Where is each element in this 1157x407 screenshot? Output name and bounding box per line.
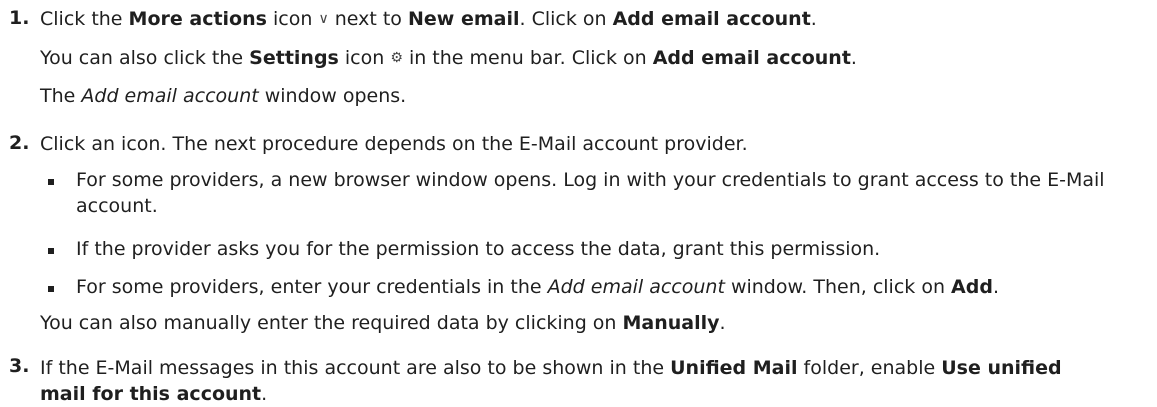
step-3-text: If the E-Mail messages in this account a… <box>40 355 1080 407</box>
text-segment: . <box>719 312 726 334</box>
step-number: 2. <box>9 132 30 154</box>
add-email-account-label: Add email account <box>652 47 851 69</box>
step-2-outro: You can also manually enter the required… <box>40 311 726 335</box>
text-segment: You can also click the <box>40 47 250 69</box>
bullet-marker <box>48 179 54 185</box>
add-label: Add <box>951 276 993 298</box>
text-segment: next to <box>328 8 408 30</box>
bullet-item: If the provider asks you for the permiss… <box>76 238 881 260</box>
text-segment: Click the <box>40 8 129 30</box>
text-segment: If the E-Mail messages in this account a… <box>40 357 671 379</box>
step-number: 1. <box>9 7 30 29</box>
step-number: 3. <box>9 355 30 377</box>
settings-label: Settings <box>249 47 339 69</box>
text-segment: window. Then, click on <box>724 276 952 298</box>
step-1-line-3: The Add email account window opens. <box>40 84 406 108</box>
step-2-intro: Click an icon. The next procedure depend… <box>40 133 748 155</box>
bullet-item: For some providers, enter your credentia… <box>76 274 999 300</box>
text-segment: icon <box>266 8 319 30</box>
new-email-label: New email <box>407 8 520 30</box>
add-email-account-window-name: Add email account <box>81 85 259 107</box>
text-segment: . Click on <box>519 8 613 30</box>
bullet-item: For some providers, a new browser window… <box>76 169 1105 217</box>
text-segment: For some providers, enter your credentia… <box>76 276 548 298</box>
instructions-document: 1. Click the More actions icon ∨ next to… <box>0 0 1157 405</box>
step-1-line-2: You can also click the Settings icon ⚙ i… <box>40 46 857 70</box>
text-segment: You can also manually enter the required… <box>40 312 623 334</box>
bullet-marker <box>48 248 54 254</box>
text-segment: icon <box>338 47 391 69</box>
text-segment: window opens. <box>258 85 407 107</box>
manually-label: Manually <box>622 312 720 334</box>
text-segment: . <box>810 8 817 30</box>
unified-mail-label: Unified Mail <box>670 357 798 379</box>
more-actions-label: More actions <box>128 8 267 30</box>
add-email-account-label: Add email account <box>612 8 811 30</box>
chevron-down-icon: ∨ <box>318 11 329 27</box>
step-1-line-1: Click the More actions icon ∨ next to Ne… <box>40 7 817 31</box>
text-segment: . <box>261 383 268 405</box>
text-segment: in the menu bar. Click on <box>402 47 653 69</box>
add-email-account-window-name: Add email account <box>547 276 725 298</box>
text-segment: . <box>992 276 999 298</box>
text-segment: The <box>40 85 82 107</box>
text-segment: . <box>850 47 857 69</box>
bullet-marker <box>48 286 54 292</box>
text-segment: folder, enable <box>797 357 942 379</box>
gear-icon: ⚙ <box>390 50 403 66</box>
